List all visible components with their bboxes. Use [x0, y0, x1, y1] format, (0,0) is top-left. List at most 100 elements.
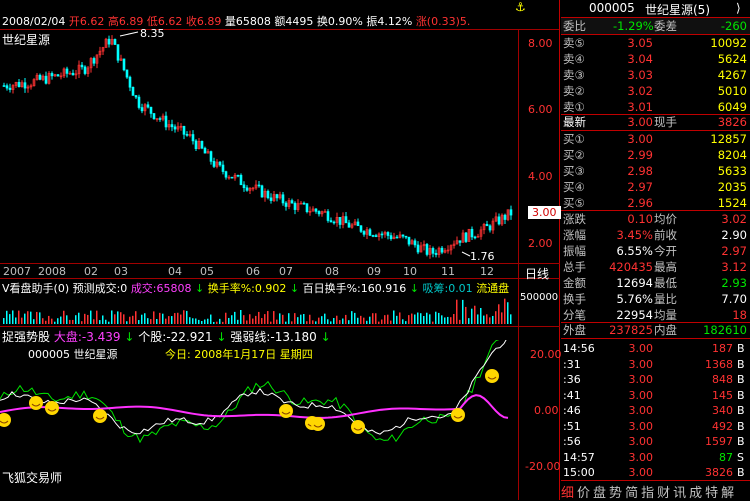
- volume-bar: [366, 320, 368, 324]
- candle: [158, 118, 162, 120]
- header-change: 涨(0.33)5.: [415, 15, 471, 28]
- volume-bar: [312, 320, 314, 324]
- tab-9[interactable]: 特: [705, 482, 718, 501]
- weicha-value: -260: [720, 19, 747, 33]
- volume-bar: [432, 321, 434, 324]
- candle: [281, 194, 285, 204]
- ask-row: 卖② 3.02 5010: [561, 83, 750, 99]
- candle: [2, 85, 6, 87]
- volume-bar: [456, 299, 458, 324]
- volume-bar: [243, 315, 245, 324]
- ask-row: 卖④ 3.04 5624: [561, 51, 750, 67]
- tab-8[interactable]: 成: [689, 482, 702, 501]
- candle: [470, 228, 474, 238]
- volume-bar: [138, 320, 140, 324]
- bid-volume: 5633: [717, 164, 747, 178]
- volume-bar: [441, 315, 443, 324]
- volume-bar: [345, 314, 347, 324]
- volume-bar: [453, 313, 455, 324]
- volume-bar: [111, 310, 113, 324]
- candle: [344, 216, 348, 224]
- tab-2[interactable]: 盘: [593, 482, 606, 501]
- volume-bar: [471, 308, 473, 324]
- bid-volume: 8204: [717, 148, 747, 162]
- volume-bars[interactable]: [0, 294, 518, 324]
- header-amplitude: 振4.12%: [366, 15, 413, 28]
- volume-bar: [258, 311, 260, 324]
- candle: [275, 194, 279, 199]
- candle: [152, 113, 156, 120]
- candle: [200, 140, 204, 149]
- indicator-footer: 飞狐交易师: [2, 471, 63, 485]
- trade-time: :46: [563, 404, 581, 417]
- tab-0[interactable]: 细: [561, 482, 574, 501]
- volume-bar: [357, 317, 359, 324]
- candle: [182, 125, 186, 135]
- volume-bar: [108, 321, 110, 324]
- candle: [239, 174, 243, 186]
- volume-bar: [501, 312, 503, 324]
- indicator-chart[interactable]: [0, 340, 518, 485]
- candle: [44, 75, 48, 84]
- bid-row: 买① 3.00 12857: [561, 131, 750, 147]
- volume-bar: [336, 315, 338, 324]
- tab-7[interactable]: 讯: [673, 482, 686, 501]
- trade-price: 3.00: [628, 404, 654, 417]
- stat-label: 最低: [654, 276, 677, 290]
- tab-10[interactable]: 解: [721, 482, 734, 501]
- tab-6[interactable]: 财: [657, 482, 670, 501]
- volume-bar: [324, 313, 326, 324]
- volume-bar: [360, 315, 362, 324]
- ask-volume: 6049: [717, 100, 747, 114]
- smiley-icon: [0, 413, 11, 427]
- volume-bar: [507, 302, 509, 324]
- volume-bar: [297, 317, 299, 324]
- volume-bar: [84, 313, 86, 324]
- anchor-icon[interactable]: ⚓: [515, 0, 526, 14]
- volume-bar: [492, 315, 494, 324]
- volume-bar: [381, 319, 383, 324]
- x-tick: 2007: [3, 265, 31, 278]
- volume-bar: [483, 315, 485, 324]
- stat-label: 涨幅: [563, 228, 586, 242]
- x-tick: 10: [403, 265, 417, 278]
- volume-bar: [474, 305, 476, 324]
- tab-1[interactable]: 价: [577, 482, 590, 501]
- tab-3[interactable]: 势: [609, 482, 622, 501]
- tab-5[interactable]: 指: [641, 482, 654, 501]
- volume-bar: [66, 315, 68, 324]
- volume-bar: [396, 315, 398, 324]
- volume-bar: [9, 314, 11, 324]
- expand-icon[interactable]: ⟩: [736, 1, 741, 15]
- volume-bar: [69, 319, 71, 324]
- bid-price: 3.00: [627, 132, 653, 146]
- current-price-tag: 3.00: [528, 206, 561, 219]
- volume-bar: [444, 317, 446, 324]
- volume-bar: [6, 310, 8, 324]
- trade-time: 14:57: [563, 450, 595, 464]
- candle: [71, 72, 75, 76]
- bid-price: 2.99: [627, 148, 653, 162]
- outer-inner-row: 外盘 237825 内盘 182610: [561, 322, 750, 338]
- candle: [497, 216, 501, 225]
- candle: [185, 134, 189, 136]
- period-label[interactable]: 日线: [525, 265, 549, 282]
- volume-bar: [81, 321, 83, 324]
- candlestick-chart[interactable]: [0, 30, 518, 262]
- candle: [416, 244, 420, 253]
- volume-bar: [339, 320, 341, 324]
- candle: [260, 185, 264, 198]
- y-tick-8: 8.00: [528, 37, 553, 50]
- trade-volume: 1597: [705, 435, 733, 448]
- volume-bar: [33, 319, 35, 324]
- tab-4[interactable]: 简: [625, 482, 638, 501]
- volume-bar: [390, 320, 392, 324]
- volume-bar: [498, 304, 500, 324]
- volume-bar: [51, 318, 53, 324]
- candle: [149, 106, 153, 114]
- candle: [302, 202, 306, 205]
- volume-bar: [270, 321, 272, 324]
- header-amount: 额4495: [274, 15, 314, 28]
- volume-bar: [39, 312, 41, 324]
- trade-side: B: [737, 373, 745, 386]
